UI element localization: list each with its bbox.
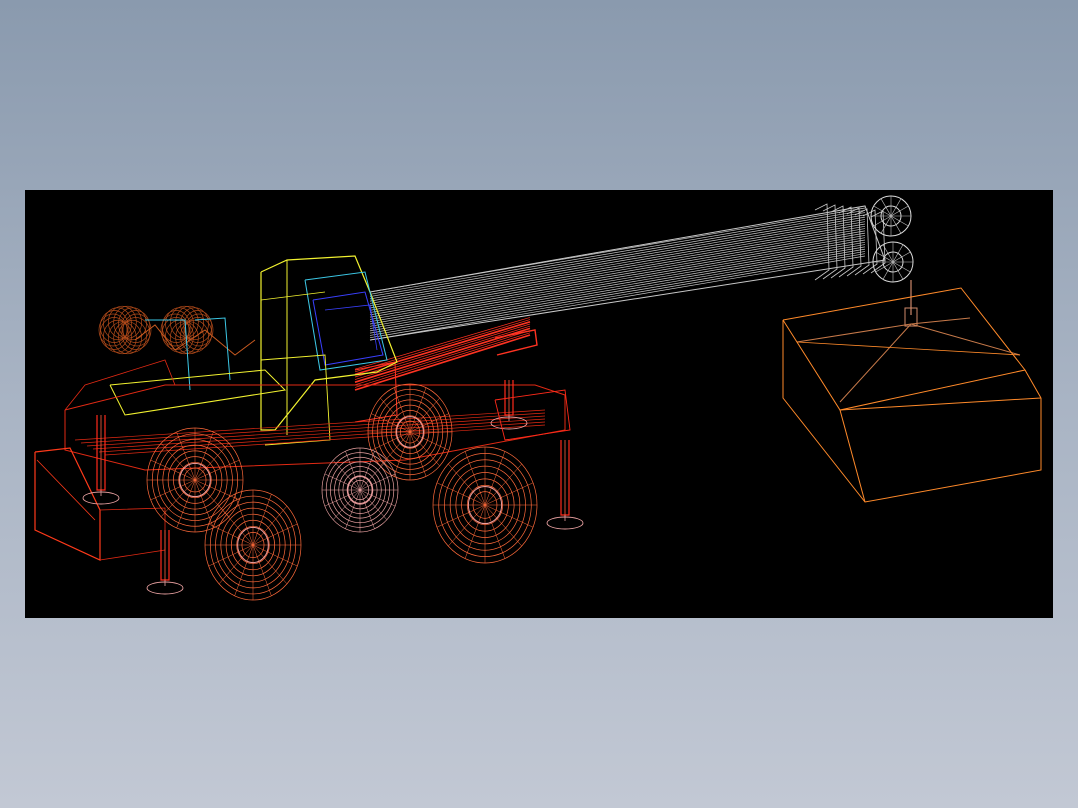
crane-wireframe-drawing xyxy=(25,190,1053,618)
cad-viewport[interactable] xyxy=(25,190,1053,618)
cad-preview-screen: { "canvas": { "background": "#000000", "… xyxy=(0,0,1078,808)
